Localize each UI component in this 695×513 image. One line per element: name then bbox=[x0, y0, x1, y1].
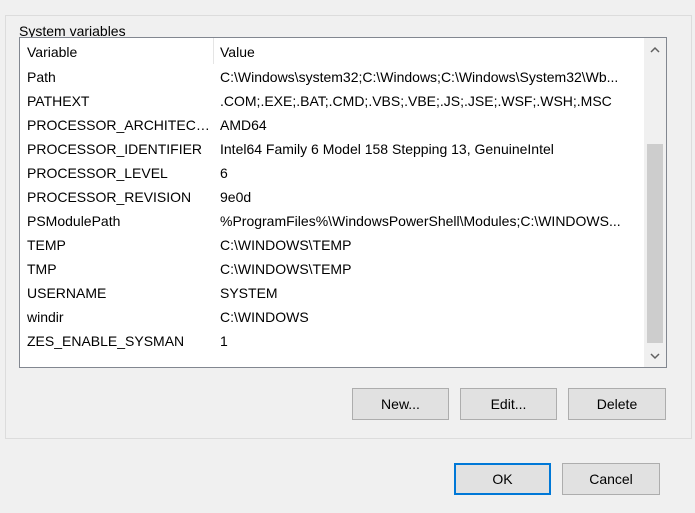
variable-value: C:\WINDOWS\TEMP bbox=[220, 261, 352, 277]
variable-value: 1 bbox=[220, 333, 228, 349]
cancel-button[interactable]: Cancel bbox=[562, 463, 660, 495]
scroll-up-button[interactable] bbox=[644, 38, 666, 60]
chevron-down-icon bbox=[650, 352, 660, 359]
variable-value: C:\WINDOWS\TEMP bbox=[220, 237, 352, 253]
variable-value: 6 bbox=[220, 165, 228, 181]
variable-name: TMP bbox=[27, 261, 57, 277]
vertical-scrollbar[interactable] bbox=[644, 38, 666, 367]
table-row[interactable]: windir C:\WINDOWS bbox=[20, 305, 644, 329]
variable-name: ZES_ENABLE_SYSMAN bbox=[27, 333, 185, 349]
variable-name: PSModulePath bbox=[27, 213, 121, 229]
variable-value: C:\Windows\system32;C:\Windows;C:\Window… bbox=[220, 69, 619, 85]
column-header-value[interactable]: Value bbox=[214, 38, 644, 64]
table-row[interactable]: USERNAME SYSTEM bbox=[20, 281, 644, 305]
variable-name: PATHEXT bbox=[27, 93, 90, 109]
list-header: Variable Value bbox=[20, 38, 644, 64]
table-row[interactable]: PROCESSOR_LEVEL 6 bbox=[20, 161, 644, 185]
table-row[interactable]: Path C:\Windows\system32;C:\Windows;C:\W… bbox=[20, 65, 644, 89]
variable-value: SYSTEM bbox=[220, 285, 278, 301]
variable-value: AMD64 bbox=[220, 117, 267, 133]
table-row[interactable]: PROCESSOR_ARCHITECTU... AMD64 bbox=[20, 113, 644, 137]
list-rows: Path C:\Windows\system32;C:\Windows;C:\W… bbox=[20, 65, 644, 353]
variable-value: 9e0d bbox=[220, 189, 252, 205]
variable-name: PROCESSOR_LEVEL bbox=[27, 165, 168, 181]
variable-name: TEMP bbox=[27, 237, 66, 253]
delete-button[interactable]: Delete bbox=[568, 388, 666, 420]
variable-name: windir bbox=[27, 309, 64, 325]
variable-value: %ProgramFiles%\WindowsPowerShell\Modules… bbox=[220, 213, 621, 229]
table-row[interactable]: PATHEXT .COM;.EXE;.BAT;.CMD;.VBS;.VBE;.J… bbox=[20, 89, 644, 113]
variable-name: USERNAME bbox=[27, 285, 107, 301]
table-row[interactable]: PROCESSOR_IDENTIFIER Intel64 Family 6 Mo… bbox=[20, 137, 644, 161]
scroll-down-button[interactable] bbox=[644, 345, 666, 367]
chevron-up-icon bbox=[650, 46, 660, 53]
variable-value: .COM;.EXE;.BAT;.CMD;.VBS;.VBE;.JS;.JSE;.… bbox=[220, 93, 612, 109]
variable-name: PROCESSOR_REVISION bbox=[27, 189, 192, 205]
edit-button[interactable]: Edit... bbox=[460, 388, 557, 420]
table-row[interactable]: ZES_ENABLE_SYSMAN 1 bbox=[20, 329, 644, 353]
system-variables-list[interactable]: Variable Value Path C:\Windows\system32;… bbox=[19, 37, 667, 368]
table-row[interactable]: PSModulePath %ProgramFiles%\WindowsPower… bbox=[20, 209, 644, 233]
table-row[interactable]: TEMP C:\WINDOWS\TEMP bbox=[20, 233, 644, 257]
column-header-variable[interactable]: Variable bbox=[20, 38, 214, 64]
ok-button[interactable]: OK bbox=[454, 463, 551, 495]
table-row[interactable]: TMP C:\WINDOWS\TEMP bbox=[20, 257, 644, 281]
variable-value: Intel64 Family 6 Model 158 Stepping 13, … bbox=[220, 141, 554, 157]
variable-value: C:\WINDOWS bbox=[220, 309, 309, 325]
scrollbar-thumb[interactable] bbox=[647, 144, 663, 343]
table-row[interactable]: PROCESSOR_REVISION 9e0d bbox=[20, 185, 644, 209]
new-button[interactable]: New... bbox=[352, 388, 449, 420]
variable-name: Path bbox=[27, 69, 56, 85]
variable-name: PROCESSOR_ARCHITECTU... bbox=[27, 117, 213, 133]
variable-name: PROCESSOR_IDENTIFIER bbox=[27, 141, 203, 157]
